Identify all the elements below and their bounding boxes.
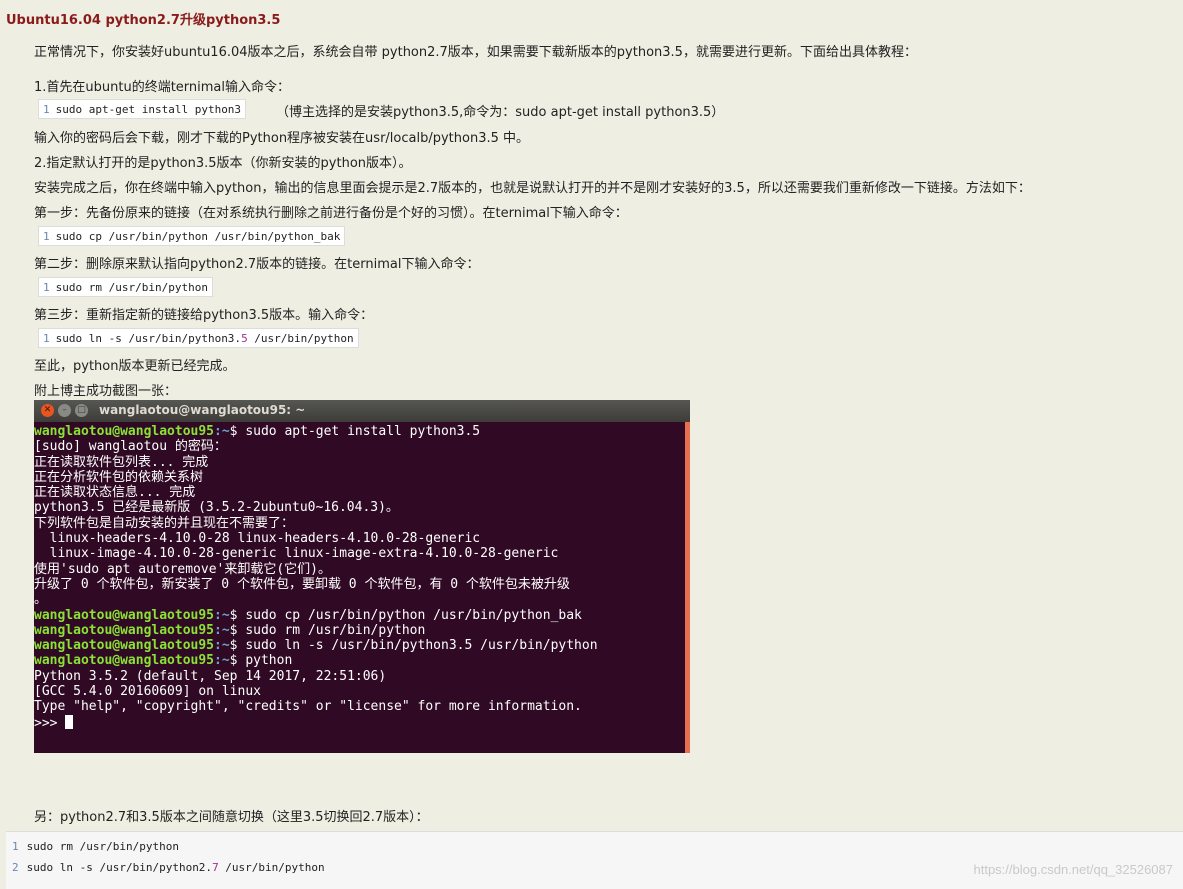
code-switch-block[interactable]: 1 sudo rm /usr/bin/python 2 sudo ln -s /us… bbox=[6, 831, 1183, 889]
page-title: Ubuntu16.04 python2.7升级python3.5 bbox=[6, 13, 281, 28]
code-cp[interactable]: 1 sudo cp /usr/bin/python /usr/bin/python… bbox=[38, 226, 346, 246]
maximize-icon: □ bbox=[75, 404, 88, 417]
code-ln[interactable]: 1 sudo ln -s /usr/bin/python3.5 /usr/bin/… bbox=[38, 328, 359, 348]
after-install-text: 输入你的密码后会下载，刚才下载的Python程序被安装在usr/localb/p… bbox=[34, 131, 530, 146]
terminal-cursor bbox=[65, 714, 74, 729]
terminal-screenshot: ✕ – □ wanglaotou@wanglaotou95: ~ wanglao… bbox=[34, 400, 690, 753]
watermark: https://blog.csdn.net/qq_32526087 bbox=[973, 862, 1174, 877]
code-text: sudo rm /usr/bin/python bbox=[55, 281, 208, 294]
terminal-title: wanglaotou@wanglaotou95: ~ bbox=[99, 403, 306, 417]
code-row: 1 sudo rm /usr/bin/python bbox=[12, 840, 179, 853]
substep3-text: 第三步：重新指定新的链接给python3.5版本。输入命令： bbox=[34, 308, 374, 323]
code-text: sudo apt-get install python3 bbox=[55, 103, 242, 116]
screenshot-label: 附上博主成功截图一张： bbox=[34, 384, 178, 399]
substep2-text: 第二步：删除原来默认指向python2.7版本的链接。在ternimal下输入命… bbox=[34, 257, 480, 272]
line-number: 1 bbox=[43, 332, 50, 345]
install-note: （博主选择的是安装python3.5,命令为：sudo apt-get inst… bbox=[276, 105, 725, 120]
intro-text: 正常情况下，你安装好ubuntu16.04版本之后，系统会自带 python2.… bbox=[34, 45, 917, 60]
line-number: 1 bbox=[43, 281, 50, 294]
step2-heading: 2.指定默认打开的是python3.5版本（你新安装的python版本）。 bbox=[34, 156, 412, 171]
close-icon: ✕ bbox=[41, 404, 54, 417]
terminal-output: wanglaotou@wanglaotou95:~$ sudo apt-get … bbox=[34, 424, 598, 731]
terminal-titlebar: ✕ – □ wanglaotou@wanglaotou95: ~ bbox=[34, 400, 690, 422]
step2-description: 安装完成之后，你在终端中输入python，输出的信息里面会提示是2.7版本的，也… bbox=[34, 181, 1031, 196]
code-row: 2 sudo ln -s /usr/bin/python2.7 /usr/bin/… bbox=[12, 861, 325, 874]
code-number: 5 bbox=[241, 332, 248, 345]
code-text: sudo cp /usr/bin/python /usr/bin/python_… bbox=[55, 230, 341, 243]
code-text: /usr/bin/python bbox=[247, 332, 354, 345]
minimize-icon: – bbox=[58, 404, 71, 417]
line-number: 1 bbox=[43, 103, 50, 116]
substep1-text: 第一步：先备份原来的链接（在对系统执行删除之前进行备份是个好的习惯）。在tern… bbox=[34, 206, 628, 221]
code-text: sudo ln -s /usr/bin/python3. bbox=[55, 332, 242, 345]
code-rm[interactable]: 1 sudo rm /usr/bin/python bbox=[38, 277, 213, 297]
terminal-scrollbar bbox=[685, 422, 690, 753]
code-install[interactable]: 1 sudo apt-get install python3 bbox=[38, 99, 247, 119]
line-number: 1 bbox=[43, 230, 50, 243]
switch-note: 另：python2.7和3.5版本之间随意切换（这里3.5切换回2.7版本）： bbox=[34, 810, 429, 825]
done-text: 至此，python版本更新已经完成。 bbox=[34, 359, 236, 374]
step1-heading: 1.首先在ubuntu的终端ternimal输入命令： bbox=[34, 80, 291, 95]
